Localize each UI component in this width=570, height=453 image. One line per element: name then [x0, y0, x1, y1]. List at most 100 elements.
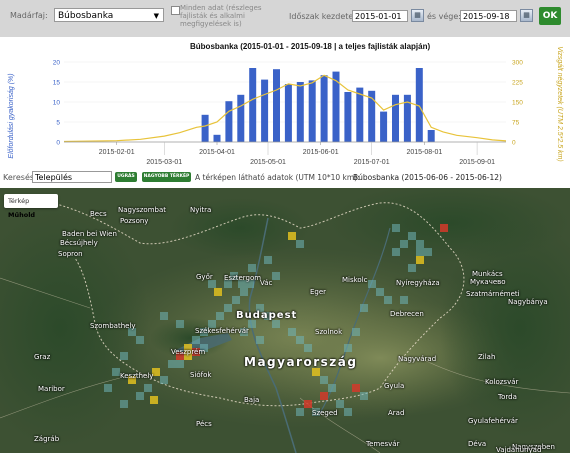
observation-cell: [304, 344, 312, 352]
city-label: Nagyszombat: [118, 205, 167, 214]
y-axis-label: Előfordulási gyakoriság (%): [8, 73, 15, 158]
chart-bar: [273, 69, 280, 142]
x-tick-label: 2015-09-01: [459, 159, 495, 166]
city-label: Torda: [498, 393, 517, 402]
chart-bar: [237, 94, 245, 142]
observation-cell: [416, 248, 424, 256]
y2-tick-label: 225: [512, 80, 523, 87]
city-label: Nyíregyháza: [396, 278, 440, 287]
frequency-chart: Búbosbanka (2015-01-01 - 2015-09-18 | a …: [8, 42, 563, 166]
observation-cell: [416, 256, 424, 264]
observation-cell: [120, 400, 128, 408]
satellite-map[interactable]: TérképMűhold Nagyszombat Nyitra Becs Pozson…: [0, 188, 570, 453]
observation-cell: [248, 320, 256, 328]
observation-cell: [120, 352, 128, 360]
map-type-satellite-button[interactable]: Műhold: [4, 208, 39, 222]
city-label: Мукачево: [470, 277, 506, 286]
species-select-value: Búbosbanka: [58, 11, 114, 21]
city-label: Baja: [244, 396, 260, 405]
y2-tick-label: 300: [512, 60, 523, 67]
city-label: Nyitra: [190, 205, 212, 214]
city-label: Veszprém: [171, 348, 206, 357]
map-type-map-button[interactable]: Térkép: [4, 194, 33, 208]
observation-cell: [248, 264, 256, 272]
observation-cell: [384, 296, 392, 304]
observation-cell: [160, 312, 168, 320]
chart-bar: [201, 114, 209, 142]
end-date-input[interactable]: 2015-09-18: [460, 10, 517, 22]
city-label: Győr: [196, 272, 213, 281]
chart-bar: [225, 101, 233, 142]
chart-bar: [320, 75, 328, 142]
city-label: Debrecen: [390, 309, 424, 318]
city-label: Becs: [90, 210, 107, 219]
calendar-icon[interactable]: ▦: [520, 9, 533, 22]
observation-cell: [176, 360, 184, 368]
chart-bar: [356, 87, 364, 142]
observation-cell: [264, 256, 272, 264]
observation-cell: [296, 336, 304, 344]
observation-cell: [150, 396, 158, 404]
city-label: Bécsújhely: [60, 239, 98, 248]
city-label: Pozsony: [120, 216, 149, 225]
city-label: Nagybánya: [508, 297, 548, 306]
start-date-input[interactable]: 2015-01-01: [352, 10, 408, 22]
map-info-value: Búbosbanka (2015-06-06 - 2015-06-12): [353, 173, 502, 182]
city-label: Zilah: [478, 353, 496, 362]
y-tick-label: 5: [56, 120, 60, 127]
chart-bar: [380, 111, 388, 142]
y2-tick-label: 150: [512, 100, 523, 107]
chart-bar: [427, 130, 435, 142]
city-label: Déva: [468, 440, 487, 449]
observation-cell: [304, 400, 312, 408]
observation-cell: [392, 248, 400, 256]
chart-bar: [213, 134, 221, 142]
chart-bar: [344, 92, 352, 142]
observation-cell: [400, 296, 408, 304]
observation-cell: [168, 360, 176, 368]
city-label: Keszthely: [120, 372, 154, 381]
x-tick-label: 2015-06-01: [303, 149, 339, 156]
y-tick-label: 10: [53, 100, 61, 107]
x-tick-label: 2015-03-01: [146, 159, 182, 166]
city-label: Baden bei Wien: [62, 229, 117, 238]
observation-cell: [272, 320, 280, 328]
city-label: Eger: [310, 288, 327, 297]
observation-cell: [160, 376, 168, 384]
map-info-prefix: A térképen látható adatok (UTM 10*10 km)…: [195, 173, 360, 182]
observation-cell: [408, 232, 416, 240]
city-label: Gyulafehérvár: [468, 417, 518, 426]
calendar-icon[interactable]: ▦: [411, 9, 424, 22]
city-label: Graz: [34, 353, 51, 362]
city-label: Maribor: [38, 385, 65, 394]
city-label: Temesvár: [366, 439, 400, 448]
observation-cell: [360, 392, 368, 400]
ok-button[interactable]: OK: [539, 7, 561, 25]
chart-bar: [308, 80, 316, 142]
all-data-checkbox[interactable]: [171, 6, 180, 15]
jump-button[interactable]: UGRÁS: [115, 172, 137, 182]
city-label: Siófok: [190, 371, 212, 380]
y-tick-label: 20: [53, 60, 61, 67]
y-tick-label: 0: [56, 140, 60, 147]
search-input[interactable]: Település: [32, 171, 112, 183]
observation-cell: [344, 344, 352, 352]
bigger-map-button[interactable]: NAGYOBB TÉRKÉP: [142, 172, 191, 182]
chart-bar: [392, 94, 399, 142]
observation-cell: [224, 304, 232, 312]
species-label: Madárfaj:: [10, 11, 48, 20]
city-label: Nagyvárad: [398, 355, 437, 364]
x-tick-label: 2015-08-01: [406, 149, 442, 156]
chevron-down-icon: ▼: [153, 12, 159, 20]
species-select[interactable]: Búbosbanka ▼: [54, 8, 164, 22]
city-label: Kolozsvár: [485, 377, 519, 386]
city-label: Sopron: [58, 250, 83, 259]
chart-bar: [249, 68, 257, 142]
observation-cell: [416, 240, 424, 248]
city-label: Gyula: [384, 381, 405, 390]
observation-cell: [376, 288, 384, 296]
city-label: Szeged: [312, 409, 338, 418]
observation-cell: [136, 336, 144, 344]
chart-title: Búbosbanka (2015-01-01 - 2015-09-18 | a …: [190, 42, 430, 51]
observation-cell: [296, 240, 304, 248]
